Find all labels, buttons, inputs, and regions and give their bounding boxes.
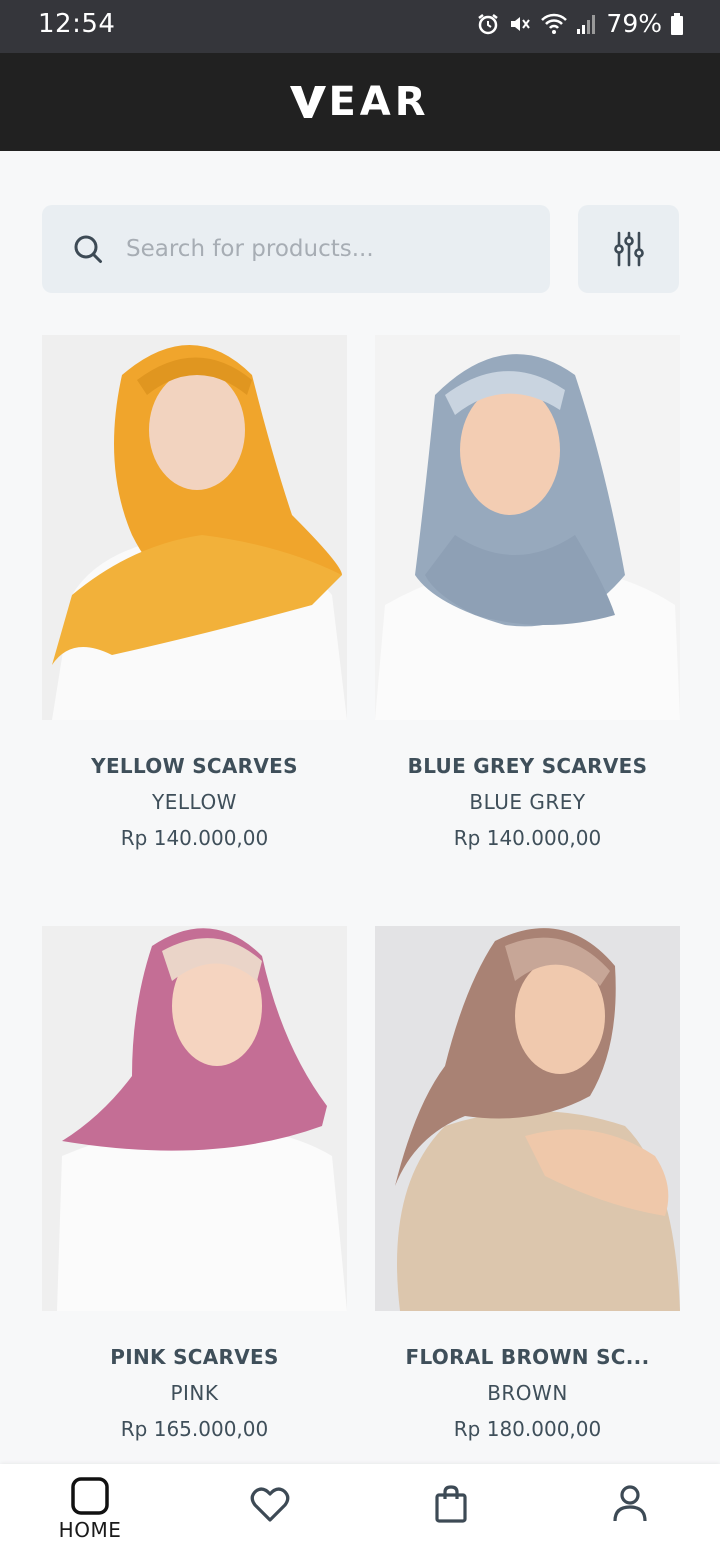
product-price: Rp 180.000,00 <box>453 1417 602 1441</box>
alarm-icon <box>478 13 499 34</box>
status-icons: 79% <box>476 9 684 38</box>
status-time: 12:54 <box>38 9 116 39</box>
search-box[interactable] <box>42 205 550 293</box>
nav-home[interactable]: HOME <box>50 1464 130 1560</box>
product-price: Rp 140.000,00 <box>453 826 602 850</box>
search-icon <box>74 235 102 263</box>
app-header: EAR <box>0 53 720 151</box>
home-icon <box>71 1477 109 1515</box>
battery-percent: 79% <box>606 9 662 38</box>
signal-icon <box>577 14 596 34</box>
status-bar: 12:54 79% <box>0 0 720 53</box>
product-color: PINK <box>170 1381 219 1405</box>
nav-profile[interactable] <box>610 1464 650 1560</box>
user-icon <box>613 1485 647 1522</box>
nav-home-label: HOME <box>58 1518 122 1542</box>
product-color: BROWN <box>487 1381 568 1405</box>
battery-icon <box>671 12 683 35</box>
sliders-icon <box>613 231 644 267</box>
product-image[interactable] <box>42 335 347 720</box>
product-price: Rp 165.000,00 <box>120 1417 269 1441</box>
product-image[interactable] <box>375 335 680 720</box>
product-color: YELLOW <box>152 790 237 814</box>
product-card[interactable]: BLUE GREY SCARVES BLUE GREY Rp 140.000,0… <box>375 335 680 850</box>
product-name[interactable]: FLORAL BROWN SC... <box>375 1345 680 1369</box>
product-image[interactable] <box>375 926 680 1311</box>
logo-v-mark <box>290 86 327 118</box>
product-name[interactable]: BLUE GREY SCARVES <box>375 754 680 778</box>
product-card[interactable]: YELLOW SCARVES YELLOW Rp 140.000,00 <box>42 335 347 850</box>
product-image[interactable] <box>42 926 347 1311</box>
product-name[interactable]: PINK SCARVES <box>42 1345 347 1369</box>
logo-text: EAR <box>328 79 430 125</box>
heart-icon <box>250 1487 290 1522</box>
shopping-bag-icon <box>435 1485 467 1523</box>
product-card[interactable]: FLORAL BROWN SC... BROWN Rp 180.000,00 <box>375 926 680 1441</box>
search-input[interactable] <box>126 236 526 262</box>
wifi-icon <box>541 13 568 34</box>
product-card[interactable]: PINK SCARVES PINK Rp 165.000,00 <box>42 926 347 1441</box>
product-color: BLUE GREY <box>469 790 586 814</box>
nav-wishlist[interactable] <box>249 1464 291 1560</box>
bottom-nav: HOME <box>0 1464 720 1560</box>
product-name[interactable]: YELLOW SCARVES <box>42 754 347 778</box>
nav-cart[interactable] <box>431 1464 471 1560</box>
filter-button[interactable] <box>578 205 679 293</box>
product-price: Rp 140.000,00 <box>120 826 269 850</box>
brand-logo[interactable]: EAR <box>290 79 429 125</box>
mute-icon <box>511 16 531 31</box>
